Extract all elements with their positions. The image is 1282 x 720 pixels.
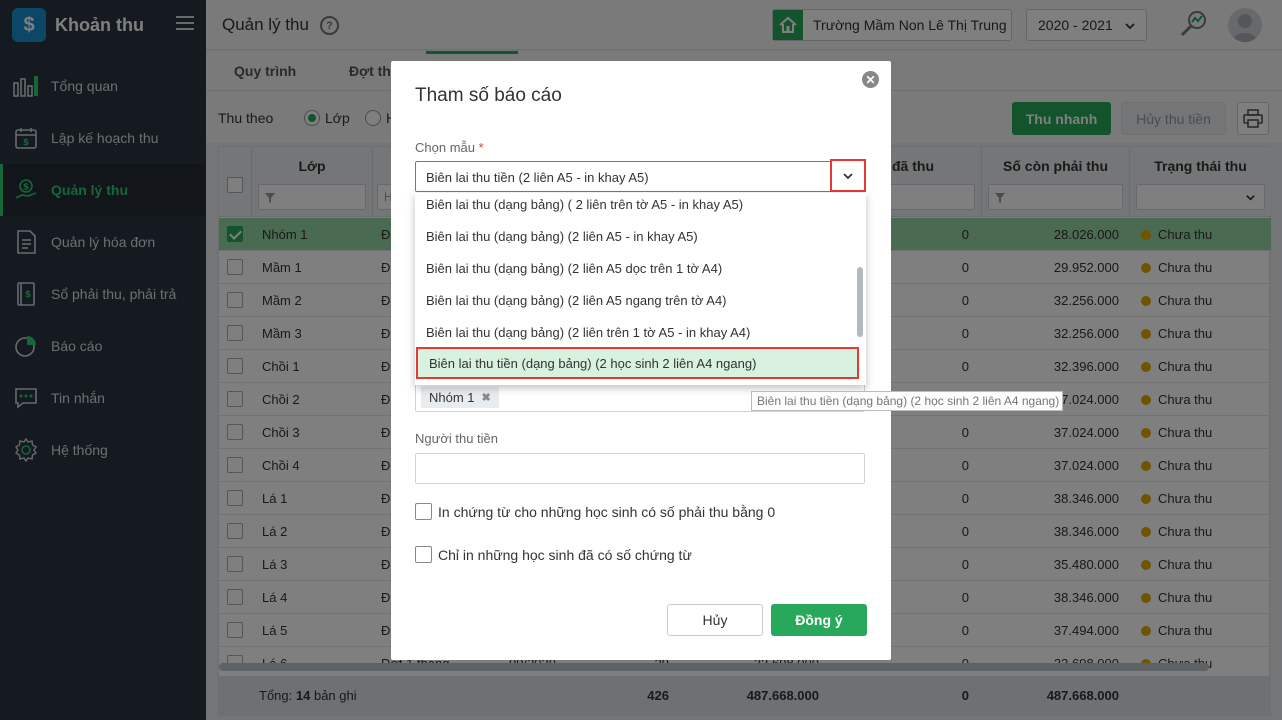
dropdown-option[interactable]: Biên lai thu (dạng bảng) (2 liên A5 dọc … — [415, 252, 855, 284]
class-tag: Nhóm 1 ✖ — [421, 387, 499, 408]
print-zero-checkbox[interactable] — [415, 503, 432, 520]
dropdown-option[interactable]: Biên lai thu (dạng bảng) (2 liên A5 ngan… — [415, 284, 855, 316]
template-label-text: Chọn mẫu — [415, 140, 475, 155]
chevron-down-icon — [843, 172, 853, 179]
cancel-button[interactable]: Hủy — [667, 604, 763, 636]
collector-input[interactable] — [415, 453, 865, 484]
dialog-title: Tham số báo cáo — [415, 85, 562, 106]
template-label: Chọn mẫu * — [415, 140, 484, 155]
only-voucher-label: Chỉ in những học sinh đã có số chứng từ — [438, 546, 692, 563]
template-dropdown-list: Biên lai thu (dạng bảng) ( 2 liên trên t… — [415, 193, 866, 385]
dropdown-option[interactable]: Biên lai thu tiền (dạng bảng) (2 học sin… — [416, 347, 859, 379]
option-print-zero[interactable]: In chứng từ cho những học sinh có số phả… — [415, 503, 775, 520]
print-zero-label: In chứng từ cho những học sinh có số phả… — [438, 503, 776, 520]
template-dropdown-toggle[interactable] — [830, 159, 866, 192]
close-icon[interactable]: ✕ — [862, 71, 879, 88]
dropdown-option[interactable]: Biên lai thu (dạng bảng) (2 liên A5 - in… — [415, 220, 855, 252]
class-tag-label: Nhóm 1 — [429, 390, 475, 405]
option-tooltip: Biên lai thu tiền (dạng bảng) (2 học sin… — [751, 391, 1063, 411]
template-select[interactable]: Biên lai thu tiền (2 liên A5 - in khay A… — [415, 161, 865, 192]
confirm-button[interactable]: Đồng ý — [771, 604, 867, 636]
dropdown-option[interactable]: Biên lai thu (dạng bảng) (2 liên trên 1 … — [415, 316, 855, 348]
report-params-dialog: Tham số báo cáo ✕ Chọn mẫu * Biên lai th… — [391, 61, 891, 660]
dropdown-option[interactable]: Biên lai thu (dạng bảng) ( 2 liên trên t… — [415, 193, 855, 220]
remove-tag-icon[interactable]: ✖ — [482, 391, 491, 404]
only-voucher-checkbox[interactable] — [415, 546, 432, 563]
collector-label: Người thu tiền — [415, 431, 498, 446]
template-selected-value: Biên lai thu tiền (2 liên A5 - in khay A… — [426, 170, 649, 185]
dropdown-scrollbar[interactable] — [857, 267, 863, 337]
required-mark: * — [478, 140, 484, 155]
option-only-with-voucher[interactable]: Chỉ in những học sinh đã có số chứng từ — [415, 546, 692, 563]
